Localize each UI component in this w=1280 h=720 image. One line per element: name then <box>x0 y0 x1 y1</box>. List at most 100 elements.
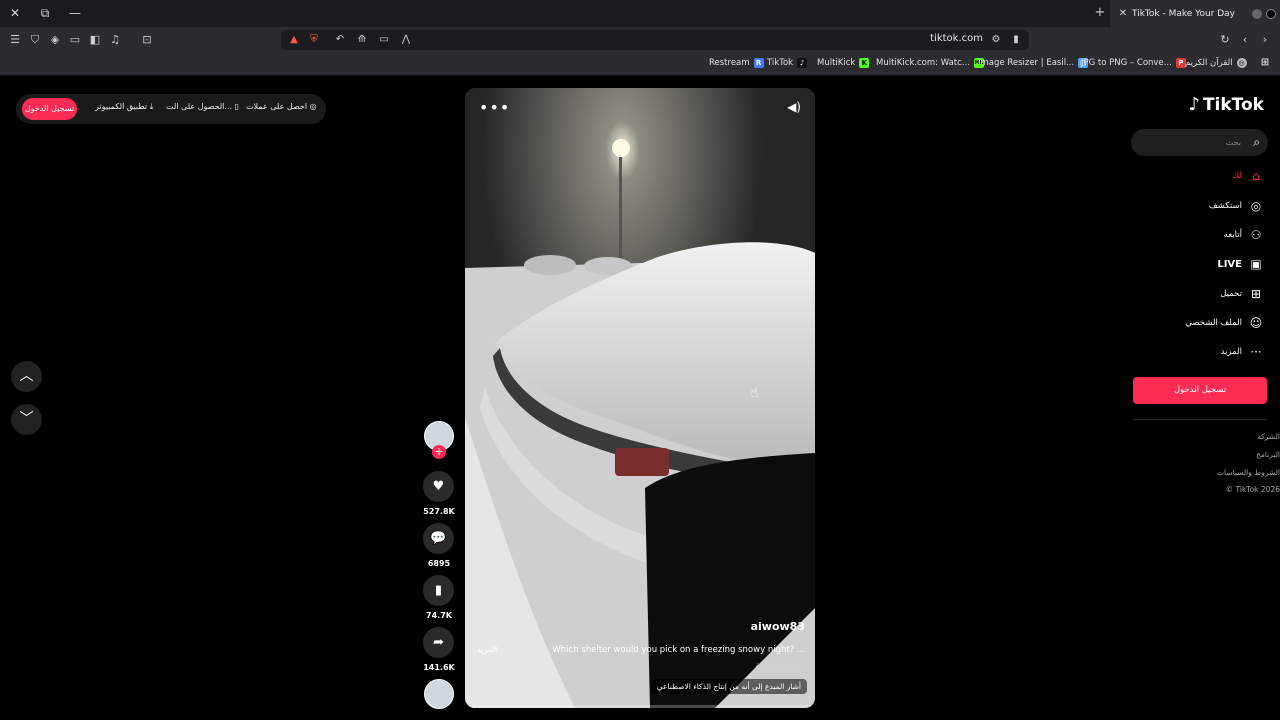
save-button[interactable]: ▮ <box>423 575 454 606</box>
follow-plus-icon[interactable]: + <box>432 445 446 459</box>
user-follow-icon: ⚇ <box>1250 228 1262 242</box>
bookmark-multikick[interactable]: MultiKick K <box>817 58 870 68</box>
mouse-cursor-icon: ☝ <box>750 385 759 401</box>
bookmarks-menu[interactable]: ⊞ <box>1260 58 1270 68</box>
sidebar-item-label: الملف الشخصي <box>1185 318 1242 328</box>
comment-button[interactable]: 💬 <box>423 523 454 554</box>
bookmark-label: Image Resizer | Easil... <box>978 58 1075 68</box>
volume-icon[interactable]: ◀) <box>787 100 801 114</box>
tabs-icon[interactable]: ▭ <box>68 33 82 47</box>
sidebar-item-live[interactable]: LIVE ▣ <box>1217 254 1264 274</box>
sidebar-item-more[interactable]: المزيد ··· <box>1221 342 1264 362</box>
bookmark-jpg-to-png[interactable]: JPG to PNG – Conve... P <box>1081 58 1186 68</box>
undo-icon[interactable]: ↶ <box>333 33 347 47</box>
reload-icon[interactable]: ↻ <box>1218 33 1232 47</box>
music-icon[interactable]: ♫ <box>108 33 122 47</box>
previous-video-button[interactable]: ︿ <box>11 361 42 392</box>
sidebar-item-label: تحميل <box>1220 289 1242 299</box>
sidebar-item-label: أتابعه <box>1223 230 1242 240</box>
tiktok-note-icon: ♪ <box>1188 94 1200 115</box>
footer-terms-link[interactable]: الشروط والسياسات <box>1217 468 1280 477</box>
forward-icon[interactable]: › <box>1258 33 1272 47</box>
compass-icon: ◎ <box>1250 199 1262 213</box>
sidebar-item-label: LIVE <box>1217 258 1242 270</box>
sidebar-item-explore[interactable]: استكشف ◎ <box>1209 196 1264 216</box>
like-count: 527.8K <box>423 507 455 516</box>
bookmark-icon[interactable]: ▮ <box>1009 33 1023 47</box>
restore-window-icon[interactable]: ⧉ <box>36 5 54 21</box>
footer-program-link[interactable]: البرنامج <box>1256 450 1280 459</box>
brave-rewards-icon[interactable]: ▲ <box>287 33 301 47</box>
music-disc-avatar[interactable] <box>424 679 454 709</box>
sidebar-item-label: لك <box>1232 171 1242 181</box>
back-icon[interactable]: ‹ <box>1238 33 1252 47</box>
translate-icon[interactable]: ⟰ <box>355 33 369 47</box>
like-button[interactable]: ♥ <box>423 471 454 502</box>
see-translation-link[interactable]: عرض الترجمة <box>755 661 805 671</box>
bookmark-quran[interactable]: القرآن الكريم ◎ <box>1185 58 1247 68</box>
bookmark-tiktok[interactable]: TikTok ♪ <box>767 58 808 68</box>
caption-more-link[interactable]: المزيد <box>477 645 497 654</box>
tiktok-icon: ♪ <box>797 58 808 68</box>
address-bar[interactable]: ▲ ⛨ ↶ ⟰ ▭ ⋀ tiktok.com ⚙ ▮ <box>281 30 1029 50</box>
get-app-link[interactable]: الحصول على الت... ▯ <box>166 102 239 111</box>
cast-icon[interactable]: ▭ <box>377 33 391 47</box>
search-icon[interactable]: ⌕ <box>1253 135 1260 149</box>
close-tab-icon[interactable]: ✕ <box>1116 8 1130 19</box>
next-video-button[interactable]: ﹀ <box>11 404 42 435</box>
bookmark-icon: ▮ <box>434 583 443 598</box>
new-tab-icon[interactable]: + <box>1092 5 1108 21</box>
upload-icon: ⊞ <box>1250 287 1262 301</box>
get-app-label: الحصول على الت... <box>166 102 233 111</box>
tab-title: TikTok - Make Your Day <box>1132 8 1236 19</box>
sidebar-item-upload[interactable]: تحميل ⊞ <box>1220 284 1264 304</box>
signin-button-sidebar[interactable]: تسجيل الدخول <box>1133 377 1267 404</box>
extension-icon[interactable]: ⋀ <box>399 33 413 47</box>
browser-titlebar: ✕ ⧉ — + ✕ TikTok - Make Your Day <box>0 0 1280 27</box>
sidebar-divider <box>1133 419 1267 420</box>
sidebar-icon[interactable]: ◧ <box>88 33 102 47</box>
video-options-icon[interactable]: ••• <box>479 98 510 117</box>
bookmark-image-resizer[interactable]: Image Resizer | Easil... ▢ <box>978 58 1089 68</box>
more-icon: ··· <box>1250 345 1262 359</box>
video-username[interactable]: aiwow83 <box>751 620 805 633</box>
shield-icon[interactable]: ⛉ <box>28 33 42 47</box>
sidebar-item-for-you[interactable]: لك ⌂ <box>1232 166 1264 186</box>
heart-icon: ♥ <box>432 479 445 494</box>
sidebar-item-following[interactable]: أتابعه ⚇ <box>1224 225 1264 245</box>
tiktok-favicon-icon <box>1266 8 1276 19</box>
url-text: tiktok.com <box>930 33 983 44</box>
kick-icon: K <box>859 58 870 68</box>
globe-icon: ◎ <box>1236 58 1247 68</box>
share-button[interactable]: ➦ <box>423 627 454 658</box>
tab-tiktok[interactable]: ✕ TikTok - Make Your Day <box>1110 0 1280 27</box>
site-settings-icon[interactable]: ⚙ <box>989 33 1003 47</box>
close-window-icon[interactable]: ✕ <box>6 5 24 21</box>
signin-button-top[interactable]: تسجيل الدخول <box>22 98 77 120</box>
menu-icon[interactable]: ☰ <box>8 33 22 47</box>
get-coins-link[interactable]: احصل على عملات ◎ <box>246 102 317 111</box>
screenshot-icon[interactable]: ⊡ <box>140 33 154 47</box>
bookmark-label: القرآن الكريم <box>1185 58 1233 68</box>
home-icon: ⌂ <box>1252 169 1260 183</box>
logo-text: TikTok <box>1202 94 1264 115</box>
bookmark-multikick-watch[interactable]: MultiKick.com: Watc... MK <box>876 58 984 68</box>
video-player[interactable]: ••• ◀) aiwow83 المزيد Which shelter woul… <box>465 88 815 708</box>
phone-icon: ▯ <box>234 102 239 111</box>
sidebar-item-profile[interactable]: الملف الشخصي ☺ <box>1185 313 1264 333</box>
desktop-app-label: تطبيق الكمبيوتر <box>95 102 148 111</box>
tiktok-logo[interactable]: ♪ TikTok <box>1188 94 1264 115</box>
bookmark-restream[interactable]: Restream R <box>709 58 764 68</box>
live-icon: ▣ <box>1250 257 1262 271</box>
search-input[interactable] <box>1141 135 1241 150</box>
video-progress-bar[interactable] <box>465 705 815 708</box>
brave-shield-icon[interactable]: ⛨ <box>307 33 321 47</box>
get-coins-label: احصل على عملات <box>246 102 308 111</box>
wallet-icon[interactable]: ◈ <box>48 33 62 47</box>
footer-company-link[interactable]: الشركة <box>1257 432 1280 441</box>
minimize-window-icon[interactable]: — <box>66 5 84 21</box>
search-box[interactable]: ⌕ <box>1131 129 1268 156</box>
download-icon: ⤓ <box>149 102 154 111</box>
tab-audio-icon[interactable] <box>1252 8 1262 19</box>
desktop-app-link[interactable]: تطبيق الكمبيوتر ⤓ <box>95 102 153 112</box>
